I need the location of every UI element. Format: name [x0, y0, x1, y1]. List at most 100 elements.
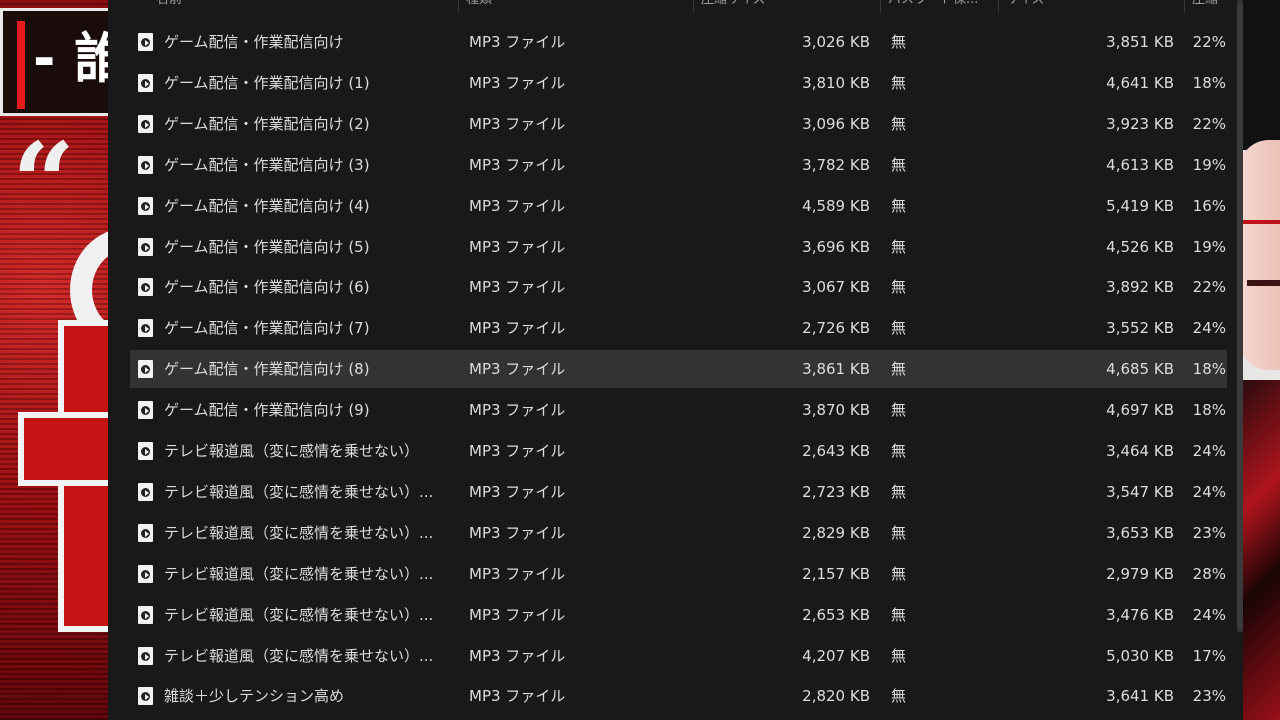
file-password: 無	[891, 238, 907, 256]
column-header-name[interactable]: 名前	[148, 0, 458, 12]
file-type: MP3 ファイル	[469, 483, 566, 501]
file-compression-ratio: 16%	[1192, 197, 1226, 215]
file-size: 3,641 KB	[1106, 687, 1174, 705]
table-row[interactable]: テレビ報道風（変に感情を乗せない）... MP3 ファイル 2,653 KB 無 3,4…	[130, 596, 1227, 634]
mp3-file-icon	[138, 115, 153, 133]
file-name: テレビ報道風（変に感情を乗せない）...	[164, 606, 434, 624]
file-type: MP3 ファイル	[469, 278, 566, 296]
file-type: MP3 ファイル	[469, 401, 566, 419]
file-password: 無	[891, 483, 907, 501]
table-row[interactable]: ゲーム配信・作業配信向け (4) MP3 ファイル 4,589 KB 無 5,419 K…	[130, 187, 1227, 225]
table-row[interactable]: テレビ報道風（変に感情を乗せない） MP3 ファイル 2,643 KB 無 3,464 …	[130, 432, 1227, 470]
vertical-scrollbar[interactable]	[1237, 0, 1243, 632]
file-size: 4,685 KB	[1106, 360, 1174, 378]
column-header-bar: 名前 種類 圧縮サイズ パスワード保... サイズ 圧縮	[108, 0, 1243, 12]
file-compressed-size: 2,157 KB	[802, 565, 870, 583]
table-row[interactable]: テレビ報道風（変に感情を乗せない）... MP3 ファイル 4,207 KB 無 5,0…	[130, 637, 1227, 675]
mp3-file-icon	[138, 238, 153, 256]
table-row[interactable]: テレビ報道風（変に感情を乗せない）... MP3 ファイル 2,723 KB 無 3,5…	[130, 473, 1227, 511]
file-password: 無	[891, 647, 907, 665]
thumbnail-face	[1243, 140, 1280, 370]
file-compression-ratio: 23%	[1192, 687, 1226, 705]
file-name: 雑談＋少しテンション高め	[164, 687, 345, 705]
table-row[interactable]: ゲーム配信・作業配信向け (9) MP3 ファイル 3,870 KB 無 4,697 K…	[130, 391, 1227, 429]
file-type: MP3 ファイル	[469, 156, 566, 174]
table-row[interactable]: 雑談＋少しテンション高め MP3 ファイル 2,820 KB 無 3,641 KB 23%	[130, 677, 1227, 715]
mp3-file-icon	[138, 483, 153, 501]
file-compression-ratio: 17%	[1192, 647, 1226, 665]
file-type: MP3 ファイル	[469, 238, 566, 256]
thumbnail-stripe	[1247, 280, 1280, 286]
column-header-size[interactable]: サイズ	[998, 0, 1184, 12]
file-name: テレビ報道風（変に感情を乗せない）	[164, 442, 420, 460]
mp3-file-icon	[138, 156, 153, 174]
file-password: 無	[891, 156, 907, 174]
file-password: 無	[891, 115, 907, 133]
file-compressed-size: 3,696 KB	[802, 238, 870, 256]
file-name: テレビ報道風（変に感情を乗せない）...	[164, 647, 434, 665]
file-password: 無	[891, 319, 907, 337]
table-row[interactable]: ゲーム配信・作業配信向け (2) MP3 ファイル 3,096 KB 無 3,923 K…	[130, 105, 1227, 143]
column-header-ratio[interactable]: 圧縮	[1184, 0, 1234, 12]
mp3-file-icon	[138, 565, 153, 583]
file-name: テレビ報道風（変に感情を乗せない）...	[164, 524, 434, 542]
file-type: MP3 ファイル	[469, 687, 566, 705]
thumbnail-title-accent	[17, 21, 25, 109]
file-password: 無	[891, 565, 907, 583]
file-name: ゲーム配信・作業配信向け (7)	[164, 319, 370, 337]
file-name: ゲーム配信・作業配信向け (6)	[164, 278, 370, 296]
file-name: ゲーム配信・作業配信向け (8)	[164, 360, 370, 378]
file-type: MP3 ファイル	[469, 606, 566, 624]
file-compressed-size: 2,643 KB	[802, 442, 870, 460]
file-compression-ratio: 18%	[1192, 360, 1226, 378]
file-type: MP3 ファイル	[469, 33, 566, 51]
file-password: 無	[891, 442, 907, 460]
column-header-password[interactable]: パスワード保...	[880, 0, 998, 12]
file-name: ゲーム配信・作業配信向け (5)	[164, 238, 370, 256]
file-type: MP3 ファイル	[469, 115, 566, 133]
file-compression-ratio: 18%	[1192, 74, 1226, 92]
column-header-type[interactable]: 種類	[458, 0, 693, 12]
mp3-file-icon	[138, 687, 153, 705]
archive-file-list: 名前 種類 圧縮サイズ パスワード保... サイズ 圧縮 ゲーム配信・作業配信向…	[108, 0, 1243, 720]
table-row[interactable]: ゲーム配信・作業配信向け (1) MP3 ファイル 3,810 KB 無 4,641 K…	[130, 64, 1227, 102]
file-compressed-size: 2,653 KB	[802, 606, 870, 624]
mp3-file-icon	[138, 319, 153, 337]
table-row[interactable]: ゲーム配信・作業配信向け (7) MP3 ファイル 2,726 KB 無 3,552 K…	[130, 309, 1227, 347]
table-row[interactable]: ゲーム配信・作業配信向け (3) MP3 ファイル 3,782 KB 無 4,613 K…	[130, 146, 1227, 184]
table-row[interactable]: ゲーム配信・作業配信向け MP3 ファイル 3,026 KB 無 3,851 KB 22%	[130, 23, 1227, 61]
file-compressed-size: 2,829 KB	[802, 524, 870, 542]
table-row[interactable]: テレビ報道風（変に感情を乗せない）... MP3 ファイル 2,157 KB 無 2,9…	[130, 555, 1227, 593]
file-compression-ratio: 24%	[1192, 442, 1226, 460]
mp3-file-icon	[138, 74, 153, 92]
mp3-file-icon	[138, 524, 153, 542]
file-compression-ratio: 19%	[1192, 238, 1226, 256]
file-compressed-size: 3,026 KB	[802, 33, 870, 51]
table-row[interactable]: ゲーム配信・作業配信向け (5) MP3 ファイル 3,696 KB 無 4,526 K…	[130, 228, 1227, 266]
file-name: ゲーム配信・作業配信向け (9)	[164, 401, 370, 419]
file-password: 無	[891, 524, 907, 542]
file-password: 無	[891, 687, 907, 705]
table-row[interactable]: ゲーム配信・作業配信向け (6) MP3 ファイル 3,067 KB 無 3,892 K…	[130, 268, 1227, 306]
file-size: 3,851 KB	[1106, 33, 1174, 51]
thumbnail-dark-area	[1243, 0, 1280, 150]
file-size: 4,526 KB	[1106, 238, 1174, 256]
file-compressed-size: 3,870 KB	[802, 401, 870, 419]
column-header-compressed-size[interactable]: 圧縮サイズ	[693, 0, 880, 12]
file-compression-ratio: 24%	[1192, 319, 1226, 337]
file-compressed-size: 3,782 KB	[802, 156, 870, 174]
file-name: テレビ報道風（変に感情を乗せない）...	[164, 565, 434, 583]
file-size: 4,697 KB	[1106, 401, 1174, 419]
file-size: 3,552 KB	[1106, 319, 1174, 337]
file-password: 無	[891, 360, 907, 378]
file-compression-ratio: 22%	[1192, 278, 1226, 296]
background-thumbnail-left: - 誰 “	[0, 0, 108, 720]
table-row[interactable]: テレビ報道風（変に感情を乗せない）... MP3 ファイル 2,829 KB 無 3,6…	[130, 514, 1227, 552]
file-compression-ratio: 24%	[1192, 606, 1226, 624]
file-compressed-size: 2,820 KB	[802, 687, 870, 705]
file-name: ゲーム配信・作業配信向け (4)	[164, 197, 370, 215]
table-row[interactable]: ゲーム配信・作業配信向け (8) MP3 ファイル 3,861 KB 無 4,685 K…	[130, 350, 1227, 388]
file-compressed-size: 3,861 KB	[802, 360, 870, 378]
file-compression-ratio: 18%	[1192, 401, 1226, 419]
thumbnail-cross-horizontal	[18, 412, 108, 486]
